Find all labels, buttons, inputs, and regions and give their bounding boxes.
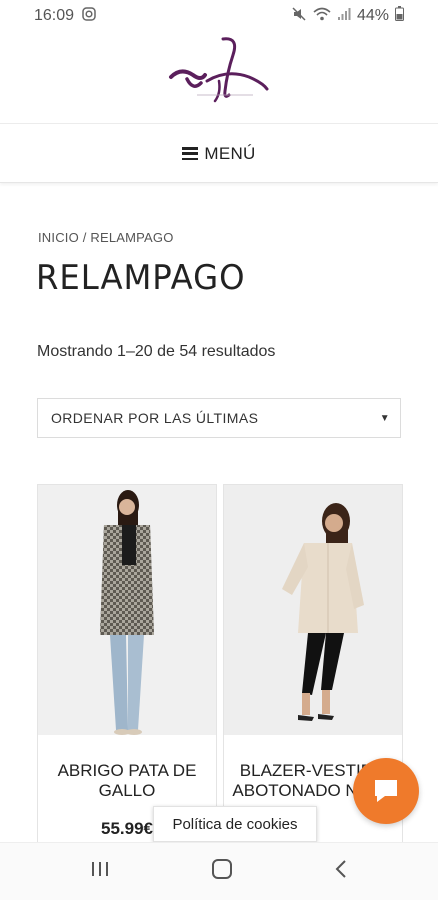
status-time: 16:09	[34, 7, 75, 24]
mute-icon	[291, 6, 307, 27]
chat-bubble-icon	[375, 780, 397, 802]
status-right: 44%	[291, 6, 404, 27]
status-left: 16:09	[34, 6, 96, 26]
product-image[interactable]	[224, 485, 402, 735]
home-icon[interactable]	[211, 858, 233, 885]
sort-selected-value: ORDENAR POR LAS ÚLTIMAS	[51, 410, 259, 426]
battery-level: 44%	[356, 7, 389, 24]
system-nav-bar	[0, 842, 438, 900]
page-title: RELAMPAGO	[36, 258, 246, 298]
site-header	[0, 32, 438, 124]
back-icon[interactable]	[334, 859, 348, 884]
product-image[interactable]	[38, 485, 216, 735]
dropdown-arrow-icon: ▼	[379, 412, 390, 424]
chat-button[interactable]	[353, 758, 419, 824]
menu-label: MENÚ	[204, 143, 256, 163]
brand-logo[interactable]	[167, 35, 271, 121]
product-title[interactable]: ABRIGO PATA DE GALLO	[38, 761, 216, 801]
signal-icon	[337, 7, 351, 26]
results-count: Mostrando 1–20 de 54 resultados	[37, 343, 276, 360]
battery-icon	[395, 6, 404, 26]
wifi-icon	[313, 7, 331, 26]
sort-select[interactable]: ORDENAR POR LAS ÚLTIMAS ▼	[37, 398, 401, 438]
breadcrumb[interactable]: INICIO / RELAMPAGO	[38, 230, 174, 245]
recent-apps-icon[interactable]	[90, 860, 110, 883]
instagram-icon	[82, 6, 96, 26]
menu-button[interactable]: MENÚ	[0, 125, 438, 183]
hamburger-icon	[182, 147, 199, 160]
status-bar: 16:09 44%	[0, 0, 438, 32]
cookie-policy-button[interactable]: Política de cookies	[153, 806, 317, 842]
